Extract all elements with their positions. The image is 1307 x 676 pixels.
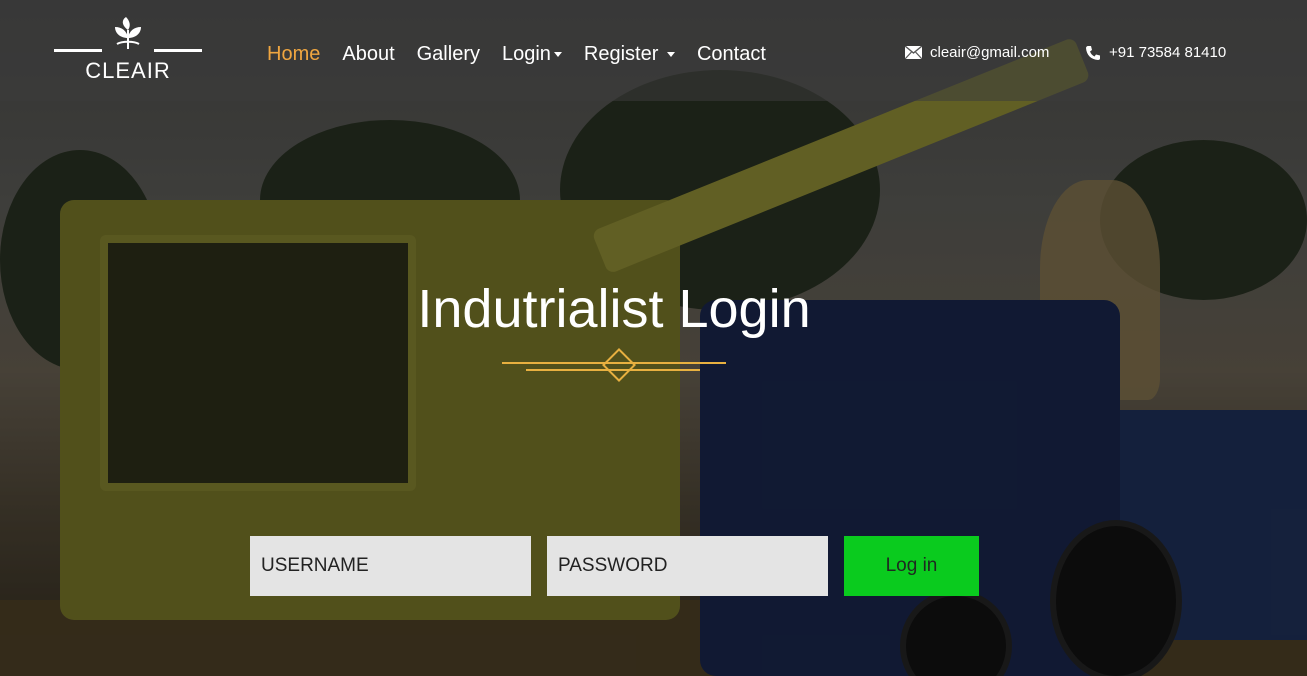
brand-name: CLEAIR xyxy=(85,58,171,83)
nav-about[interactable]: About xyxy=(331,38,405,70)
nav-register-dropdown[interactable]: Register xyxy=(573,38,686,70)
title-divider-ornament xyxy=(502,348,726,382)
nav-about-label: About xyxy=(342,43,395,65)
nav-contact-label: Contact xyxy=(696,43,766,65)
nav-home-label: Home xyxy=(267,43,321,65)
nav-login-label: Login xyxy=(501,43,551,65)
caret-down-icon xyxy=(666,52,675,58)
phone-icon xyxy=(1086,45,1100,60)
brand-logo[interactable]: CLEAIR xyxy=(52,16,204,86)
logo-line-right xyxy=(154,49,202,52)
nav-contact[interactable]: Contact xyxy=(686,38,777,70)
leaf-sprout-icon xyxy=(115,17,141,49)
contact-phone-text: +91 73584 81410 xyxy=(1109,44,1227,61)
nav-gallery-label: Gallery xyxy=(416,43,480,65)
login-form: Log in xyxy=(250,536,979,596)
nav-gallery[interactable]: Gallery xyxy=(406,38,491,70)
login-button[interactable]: Log in xyxy=(844,536,979,596)
contact-email-text: cleair@gmail.com xyxy=(930,44,1050,61)
username-input[interactable] xyxy=(250,536,531,596)
page-title: Indutrialist Login xyxy=(417,279,811,339)
site-header: CLEAIR Home About Gallery Login Register… xyxy=(0,0,1307,101)
nav-home[interactable]: Home xyxy=(256,38,331,70)
caret-down-icon xyxy=(553,52,562,58)
contact-phone[interactable]: +91 73584 81410 xyxy=(1085,44,1226,61)
password-input[interactable] xyxy=(547,536,828,596)
nav-register-label: Register xyxy=(583,43,659,65)
envelope-icon xyxy=(905,46,922,59)
main-nav: Home About Gallery Login Register Contac… xyxy=(256,38,777,70)
logo-line-left xyxy=(54,49,102,52)
nav-login-dropdown[interactable]: Login xyxy=(491,38,573,70)
contact-email[interactable]: cleair@gmail.com xyxy=(905,44,1049,61)
